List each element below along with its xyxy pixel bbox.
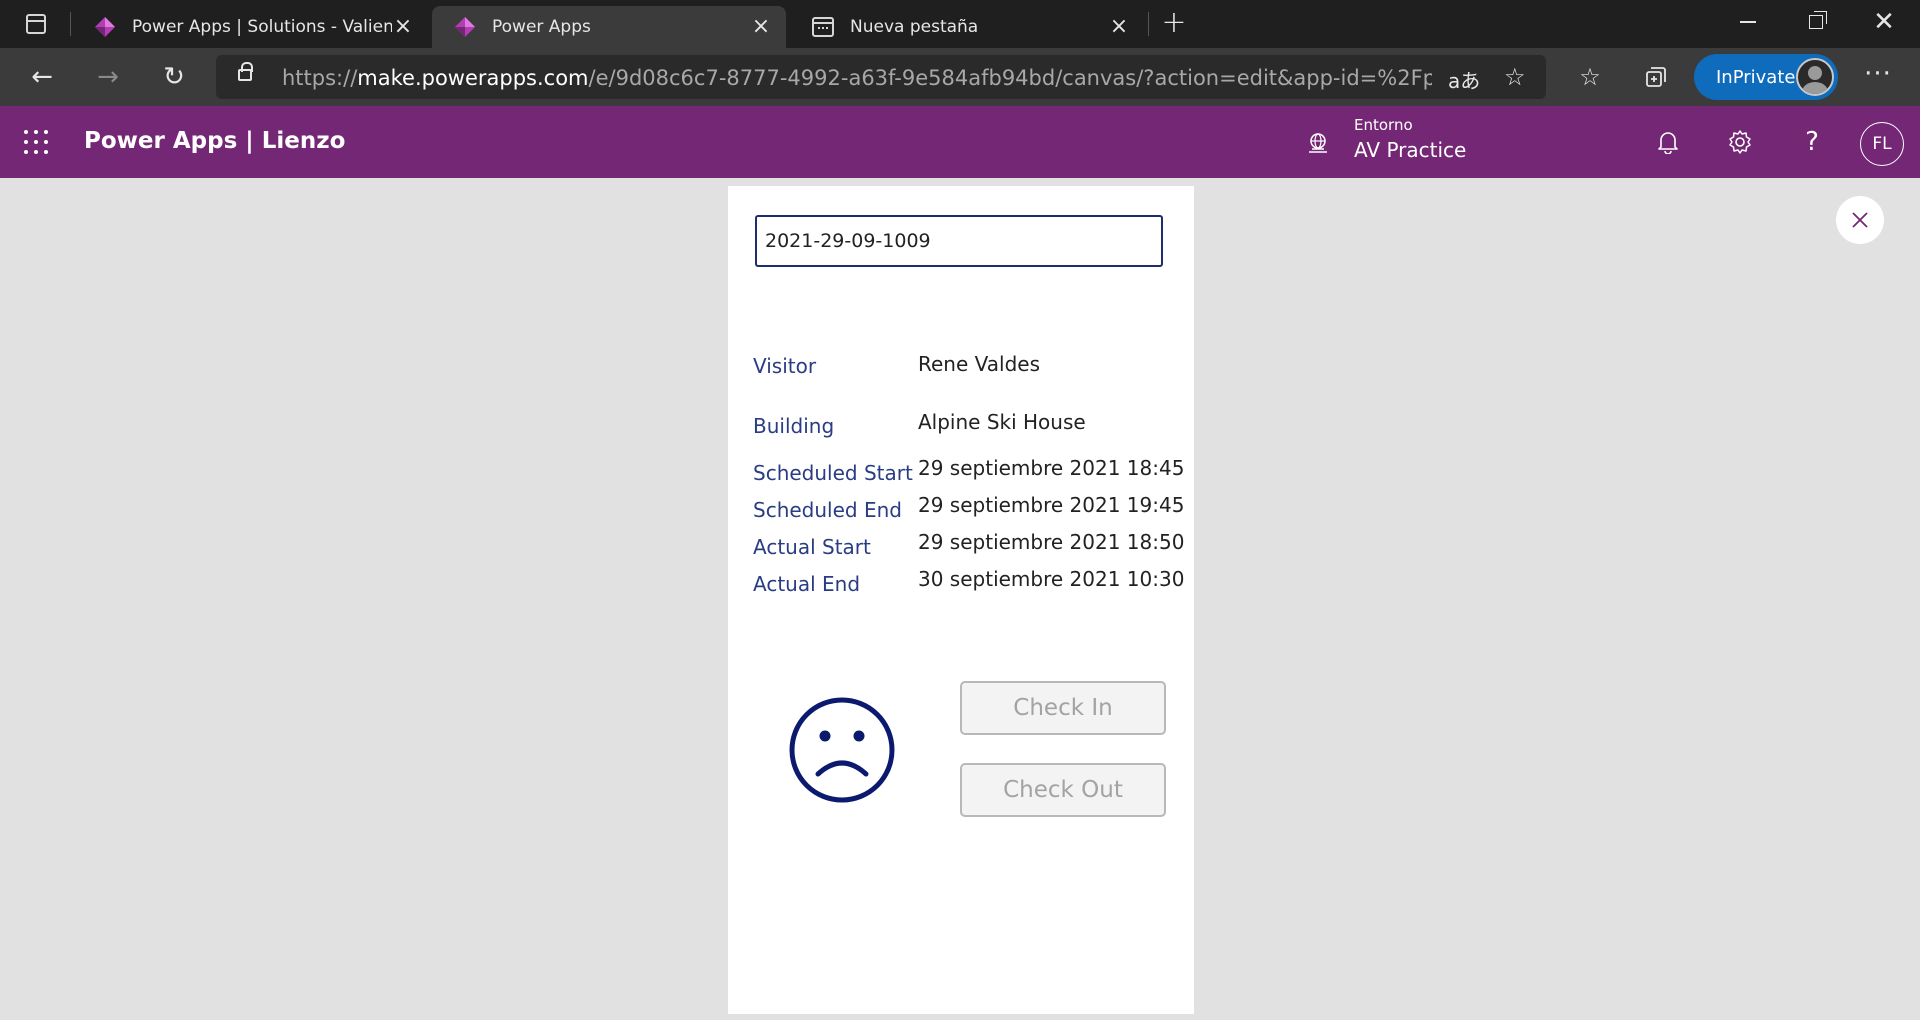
building-value: Alpine Ski House: [918, 410, 1086, 434]
notifications-button[interactable]: [1650, 124, 1686, 160]
close-window-button[interactable]: ✕: [1850, 0, 1918, 44]
actual-start-label: Actual Start: [753, 535, 871, 559]
collections-button[interactable]: [1636, 57, 1676, 97]
tab-new-tab[interactable]: Nueva pestaña ×: [790, 6, 1144, 48]
close-window-icon: ✕: [1873, 7, 1895, 37]
collections-icon: [1646, 67, 1666, 87]
scheduled-end-value: 29 septiembre 2021 19:45: [918, 493, 1185, 517]
close-tab-icon[interactable]: ×: [392, 16, 414, 38]
check-in-button[interactable]: Check In: [960, 681, 1166, 735]
refresh-button[interactable]: ↻: [154, 57, 194, 97]
app-launcher-icon[interactable]: [24, 130, 48, 154]
power-apps-logo-icon: [455, 17, 475, 37]
favorites-button[interactable]: ☆: [1570, 57, 1610, 97]
lock-icon[interactable]: [238, 62, 253, 81]
add-favorite-icon[interactable]: ☆: [1504, 63, 1526, 91]
new-tab-button[interactable]: +: [1156, 6, 1192, 42]
minimize-icon: [1740, 21, 1756, 23]
close-tab-icon[interactable]: ×: [1108, 16, 1130, 38]
back-button[interactable]: ←: [22, 57, 62, 97]
settings-button[interactable]: [1722, 124, 1758, 160]
scheduled-end-label: Scheduled End: [753, 498, 902, 522]
browser-toolbar: ← → ↻ https://make.powerapps.com/e/9d08c…: [0, 48, 1920, 106]
inprivate-label: InPrivate: [1716, 66, 1796, 88]
tab-title: Power Apps: [492, 17, 591, 37]
restore-button[interactable]: [1782, 0, 1850, 44]
inprivate-profile-button[interactable]: InPrivate: [1694, 54, 1838, 100]
check-out-button[interactable]: Check Out: [960, 763, 1166, 817]
actual-end-label: Actual End: [753, 572, 861, 596]
booking-id-input[interactable]: [755, 215, 1163, 267]
app-title: Power Apps | Lienzo: [84, 128, 346, 154]
close-preview-button[interactable]: [1836, 196, 1884, 244]
tab-power-apps[interactable]: Power Apps ×: [432, 6, 786, 48]
more-options-button[interactable]: ···: [1858, 56, 1898, 96]
actual-end-value: 30 septiembre 2021 10:30: [918, 567, 1185, 591]
tab-divider: [70, 12, 71, 36]
browser-tab-strip: Power Apps | Solutions - Valiente × Powe…: [0, 0, 1920, 48]
tab-actions-button[interactable]: [14, 11, 58, 37]
profile-avatar-icon: [1796, 58, 1834, 96]
close-tab-icon[interactable]: ×: [750, 16, 772, 38]
building-label: Building: [753, 414, 835, 438]
scheduled-start-value: 29 septiembre 2021 18:45: [918, 456, 1185, 480]
environment-icon[interactable]: [1306, 132, 1330, 156]
help-icon: ?: [1805, 127, 1819, 157]
power-apps-logo-icon: [95, 17, 115, 37]
tab-divider: [1148, 12, 1149, 36]
minimize-button[interactable]: [1714, 0, 1782, 44]
restore-icon: [1809, 11, 1827, 29]
url-text[interactable]: https://make.powerapps.com/e/9d08c6c7-87…: [282, 66, 1432, 90]
forward-arrow-icon: →: [97, 62, 119, 92]
environment-name[interactable]: AV Practice: [1354, 138, 1466, 162]
back-arrow-icon: ←: [31, 62, 53, 92]
bell-icon: [1658, 132, 1678, 154]
tab-title: Nueva pestaña: [850, 17, 979, 37]
scheduled-start-label: Scheduled Start: [753, 461, 913, 485]
address-bar[interactable]: https://make.powerapps.com/e/9d08c6c7-87…: [216, 55, 1546, 99]
power-apps-header: Power Apps | Lienzo Entorno AV Practice …: [0, 106, 1920, 178]
tab-solutions[interactable]: Power Apps | Solutions - Valiente ×: [72, 6, 428, 48]
user-avatar[interactable]: FL: [1860, 122, 1904, 166]
favorites-icon: ☆: [1579, 63, 1601, 91]
visitor-value: Rene Valdes: [918, 352, 1041, 376]
environment-label: Entorno: [1354, 116, 1413, 134]
gear-icon: [1729, 130, 1751, 154]
read-aloud-icon[interactable]: aあ: [1448, 65, 1480, 94]
help-button[interactable]: ?: [1794, 124, 1830, 160]
sad-face-icon: [789, 697, 895, 803]
new-tab-page-icon: [812, 17, 834, 37]
actual-start-value: 29 septiembre 2021 18:50: [918, 530, 1185, 554]
tab-title: Power Apps | Solutions - Valiente: [132, 17, 392, 37]
app-canvas-screen: Visitor Rene Valdes Building Alpine Ski …: [728, 186, 1194, 1014]
close-icon: [1852, 212, 1868, 228]
forward-button[interactable]: →: [88, 57, 128, 97]
tab-actions-icon: [26, 14, 46, 34]
visitor-label: Visitor: [753, 354, 817, 378]
refresh-icon: ↻: [163, 62, 185, 92]
